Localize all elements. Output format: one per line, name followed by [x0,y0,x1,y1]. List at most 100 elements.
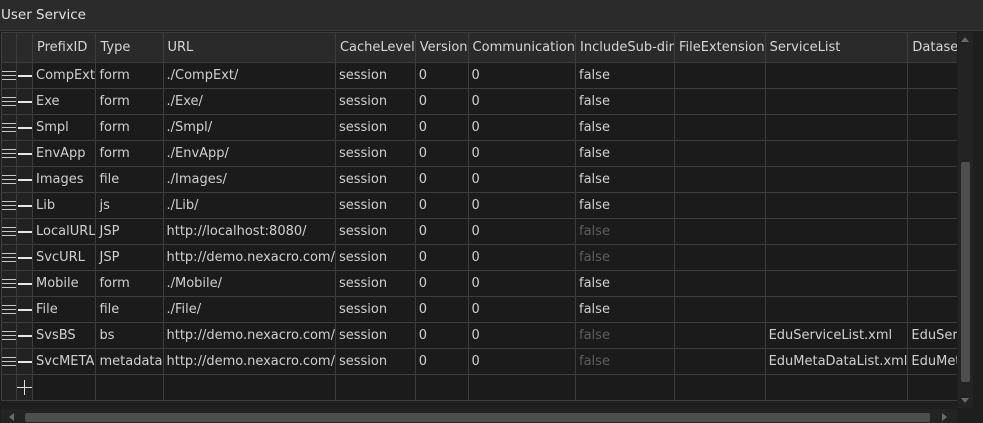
minus-icon[interactable] [17,152,32,155]
cell-datasetlayout[interactable] [907,114,957,141]
cell-version[interactable]: 0 [414,348,469,375]
cell-type[interactable]: file [95,166,164,193]
cell-communication[interactable]: 0 [467,140,577,167]
header-datasetlayout[interactable]: DatasetLayout [907,32,957,63]
table-row[interactable]: SvcMETA metadata http://demo.nexacro.com/s… [1,348,957,375]
drag-handle-icon[interactable] [2,279,16,288]
header-communication[interactable]: Communication [467,32,577,63]
row-drag-handle[interactable] [1,88,17,115]
table-row[interactable]: SvsBS bs http://demo.nexacro.com/session 0 0… [1,322,957,349]
cell-communication[interactable]: 0 [467,218,577,245]
cell-datasetlayout[interactable] [907,296,957,323]
cell-datasetlayout[interactable] [907,192,957,219]
remove-row-button[interactable] [16,322,33,349]
cell-communication[interactable]: 0 [467,322,577,349]
drag-handle-icon[interactable] [2,123,16,132]
cell-fileextension[interactable] [673,218,766,245]
drag-handle-icon[interactable] [2,97,16,106]
cell-fileextension[interactable] [673,62,766,89]
cell-servicelist[interactable]: EduServiceList.xml [764,322,909,349]
remove-row-button[interactable] [16,166,33,193]
cell-cachelevel[interactable]: session [334,348,416,375]
cell-communication[interactable]: 0 [467,114,577,141]
remove-row-button[interactable] [16,218,33,245]
scroll-down-icon[interactable] [961,398,969,403]
cell-includesubdir[interactable]: false [575,270,675,297]
cell-servicelist[interactable] [764,296,909,323]
cell-cachelevel[interactable]: session [334,218,416,245]
drag-handle-icon[interactable] [2,305,16,314]
row-drag-handle[interactable] [1,244,17,271]
cell-url[interactable]: http://demo.nexacro.com/ [162,322,336,349]
vertical-scroll-thumb[interactable] [961,162,970,382]
cell-url[interactable]: http://demo.nexacro.com/ [162,244,336,271]
cell-url[interactable]: ./Exe/ [162,88,336,115]
cell-prefixid[interactable]: Smpl [31,114,97,141]
cell-servicelist[interactable] [764,166,909,193]
cell-datasetlayout[interactable]: EduServiceLayout [907,322,957,349]
row-drag-handle[interactable] [1,140,17,167]
cell-fileextension[interactable] [673,192,766,219]
drag-handle-icon[interactable] [2,357,16,366]
minus-icon[interactable] [17,74,32,77]
cell-prefixid[interactable]: SvcMETA [31,348,97,375]
cell-version[interactable]: 0 [414,244,469,271]
row-drag-handle[interactable] [1,218,17,245]
minus-icon[interactable] [17,126,32,129]
cell-communication[interactable]: 0 [467,88,577,115]
header-fileextension[interactable]: FileExtension [673,32,766,63]
cell-servicelist[interactable] [764,270,909,297]
cell-includesubdir[interactable]: false [575,140,675,167]
cell-datasetlayout[interactable] [907,270,957,297]
header-url[interactable]: URL [162,32,336,63]
header-includesubdir[interactable]: IncludeSub-dir [575,32,675,63]
scroll-left-icon[interactable] [9,413,14,421]
header-cachelevel[interactable]: CacheLevel [334,32,416,63]
minus-icon[interactable] [17,334,32,337]
cell-datasetlayout[interactable] [907,166,957,193]
cell-url[interactable]: ./CompExt/ [162,62,336,89]
table-row[interactable]: Exe form ./Exe/session 0 0 false [1,88,957,115]
plus-icon[interactable] [17,380,32,395]
table-row[interactable]: Mobile form ./Mobile/session 0 0 false [1,270,957,297]
cell-prefixid[interactable]: CompExt [31,62,97,89]
header-version[interactable]: Version [414,32,469,63]
table-row[interactable]: CompExt form ./CompExt/session 0 0 false [1,62,957,89]
cell-communication[interactable]: 0 [467,192,577,219]
cell-cachelevel[interactable]: session [334,244,416,271]
remove-row-button[interactable] [16,114,33,141]
vertical-scrollbar[interactable] [958,32,973,408]
cell-prefixid[interactable]: LocalURL [31,218,97,245]
header-type[interactable]: Type [95,32,164,63]
row-drag-handle[interactable] [1,296,17,323]
cell-prefixid[interactable]: SvcURL [31,244,97,271]
table-row[interactable]: LocalURL JSP http://localhost:8080/session… [1,218,957,245]
cell-version[interactable]: 0 [414,270,469,297]
drag-handle-icon[interactable] [2,331,16,340]
drag-handle-icon[interactable] [2,149,16,158]
drag-handle-icon[interactable] [2,201,16,210]
minus-icon[interactable] [17,256,32,259]
cell-prefixid[interactable]: EnvApp [31,140,97,167]
cell-includesubdir[interactable]: false [575,244,675,271]
row-drag-handle[interactable] [1,270,17,297]
add-row-button[interactable] [16,374,33,401]
cell-cachelevel[interactable]: session [334,270,416,297]
cell-type[interactable]: form [95,62,164,89]
cell-version[interactable]: 0 [414,140,469,167]
cell-cachelevel[interactable]: session [334,322,416,349]
cell-communication[interactable]: 0 [467,166,577,193]
cell-communication[interactable]: 0 [467,348,577,375]
minus-icon[interactable] [17,360,32,363]
remove-row-button[interactable] [16,192,33,219]
cell-type[interactable]: form [95,114,164,141]
table-row[interactable]: SvcURL JSP http://demo.nexacro.com/session… [1,244,957,271]
remove-row-button[interactable] [16,244,33,271]
cell-url[interactable]: ./Mobile/ [162,270,336,297]
cell-version[interactable]: 0 [414,192,469,219]
cell-servicelist[interactable] [764,88,909,115]
cell-servicelist[interactable] [764,62,909,89]
cell-communication[interactable]: 0 [467,270,577,297]
cell-type[interactable]: metadata [95,348,164,375]
cell-fileextension[interactable] [673,88,766,115]
